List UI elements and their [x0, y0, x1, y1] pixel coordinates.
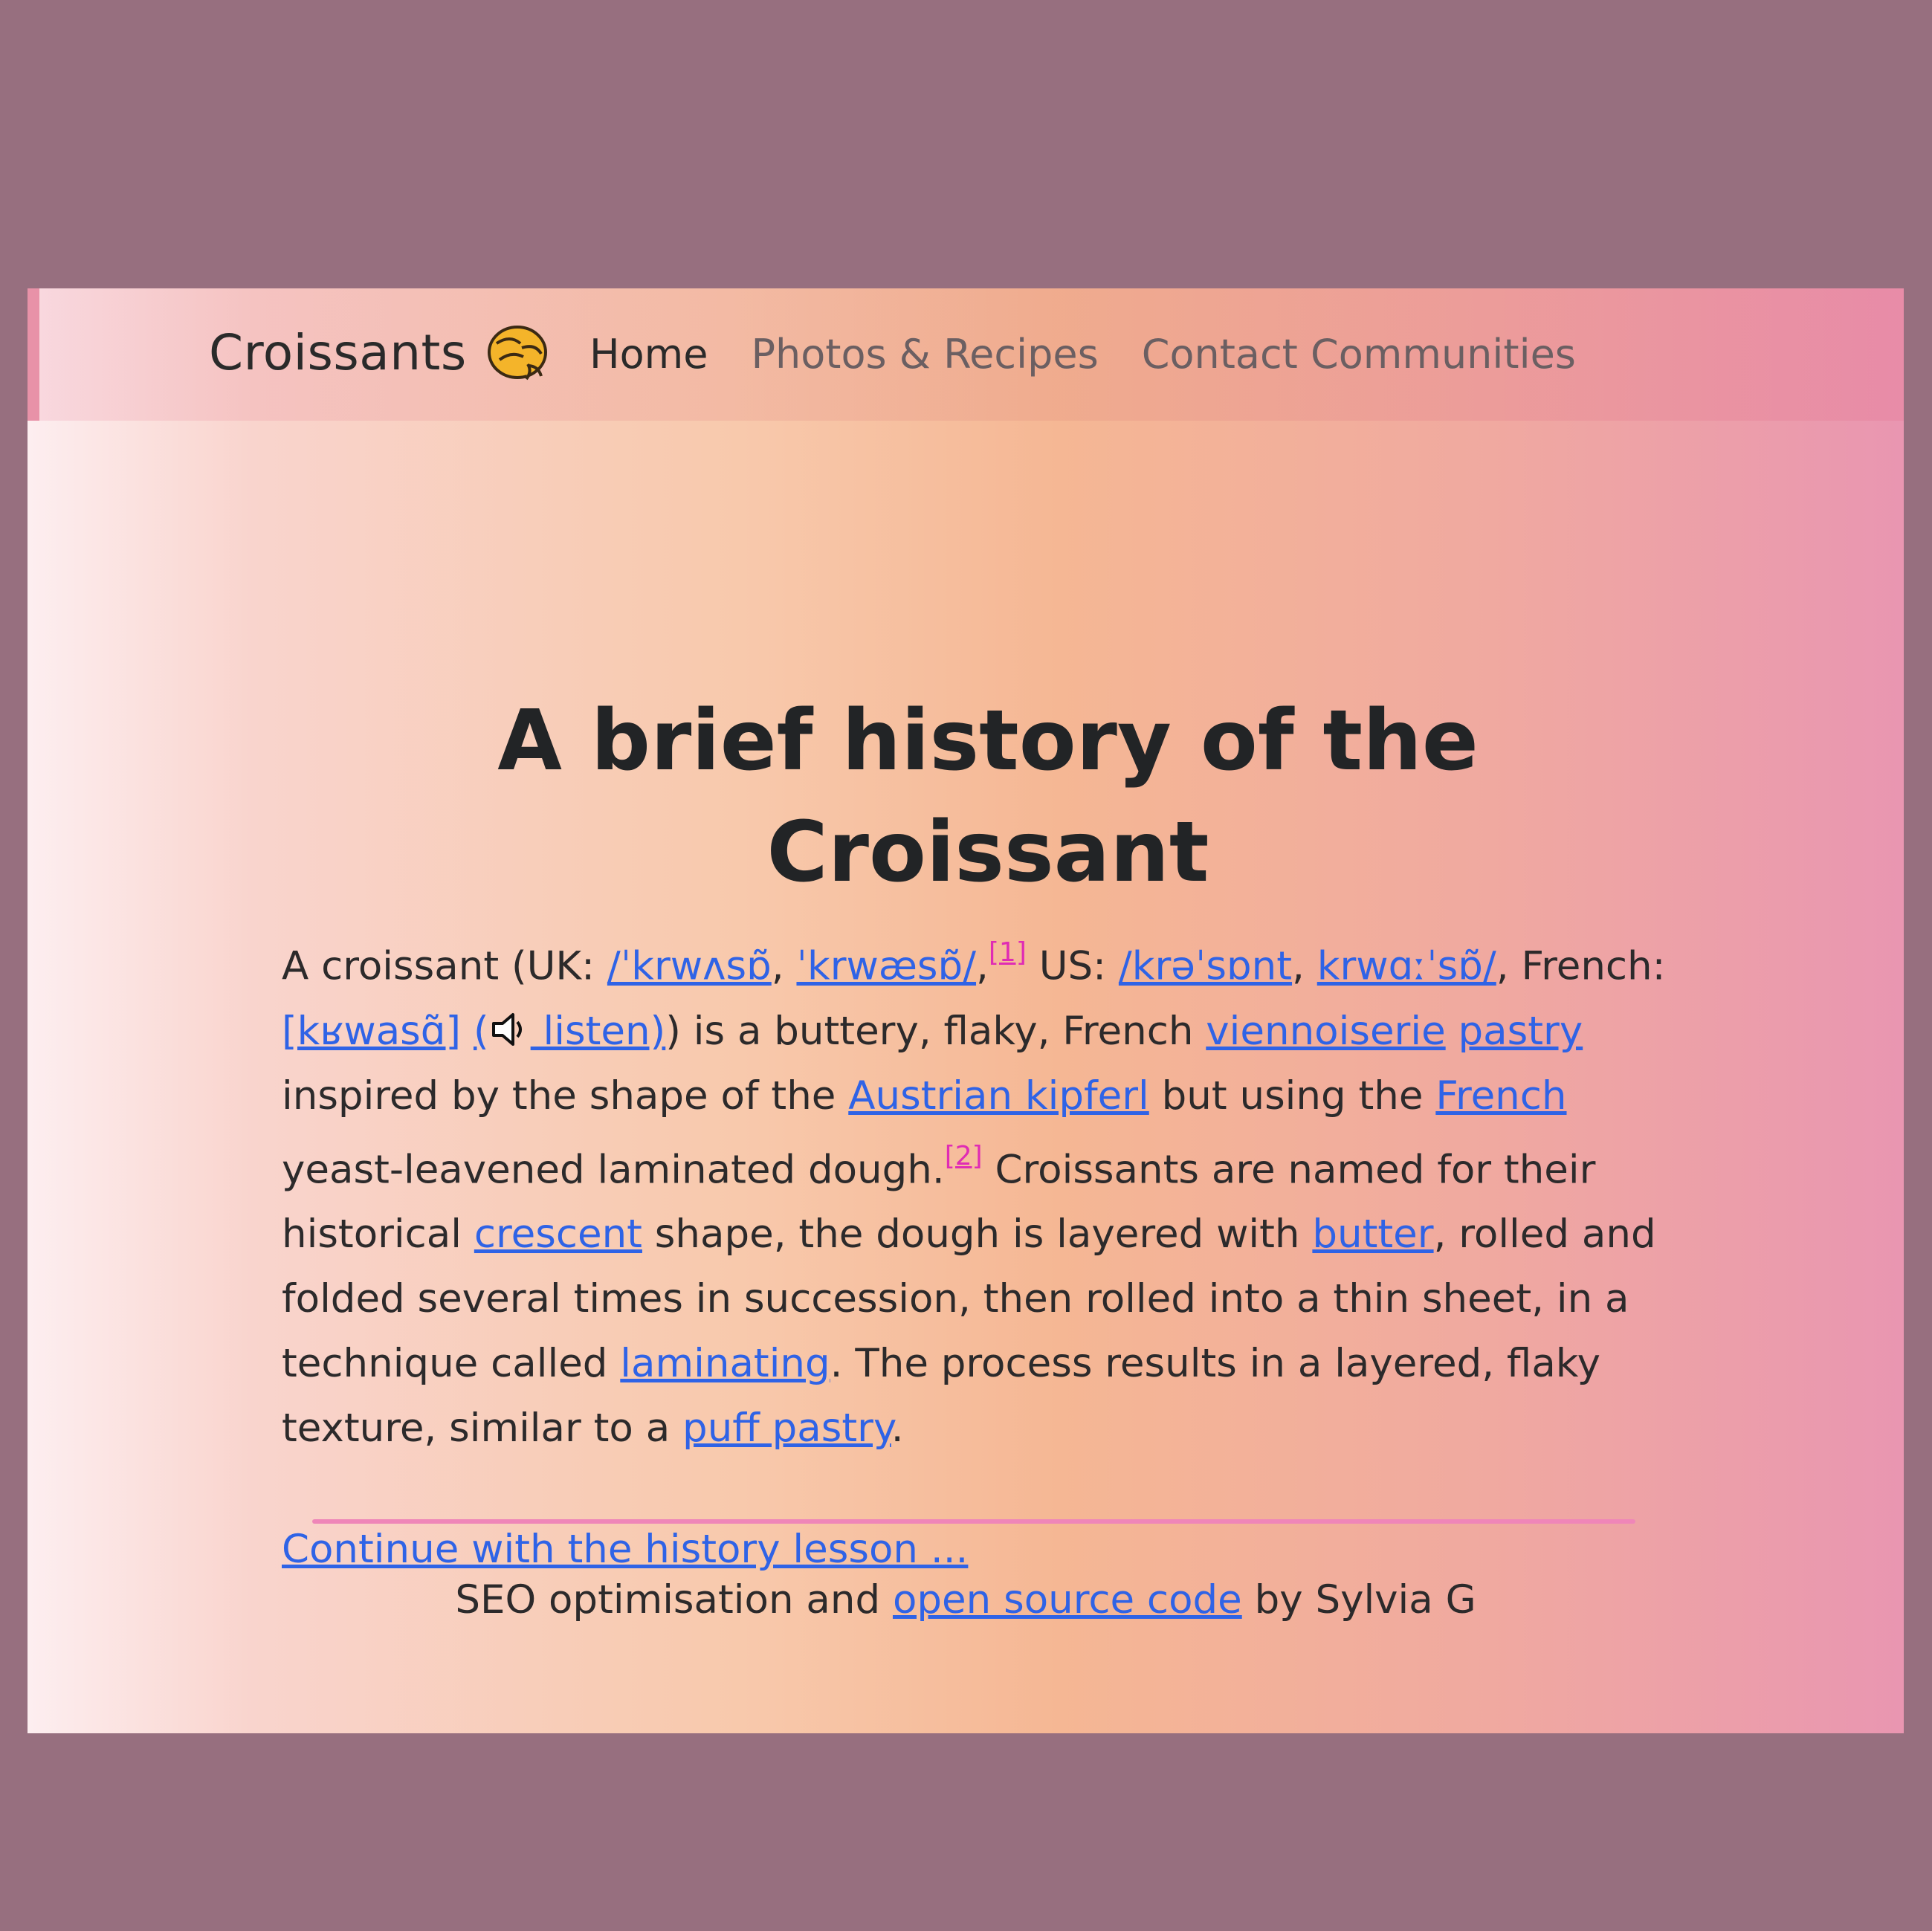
para-text: inspired by the shape of the — [282, 1073, 849, 1119]
para-text: , — [1292, 943, 1317, 989]
reference-1-link[interactable]: [1] — [989, 937, 1027, 968]
para-text — [1446, 1009, 1458, 1054]
article: A brief history of the Croissant A crois… — [282, 685, 1694, 1579]
para-text: , French: — [1496, 943, 1666, 989]
intro-paragraph: A croissant (UK: /ˈkrwʌsɒ̃, ˈkrwæsɒ̃/,[1… — [282, 925, 1698, 1461]
reference-2-link[interactable]: [2] — [945, 1141, 983, 1171]
page-title: A brief history of the Croissant — [497, 693, 1479, 901]
viennoiserie-link[interactable]: viennoiserie — [1206, 1009, 1445, 1054]
nav-link-home[interactable]: Home — [589, 331, 708, 378]
nav-link-contact-communities[interactable]: Contact Communities — [1142, 331, 1576, 378]
open-source-code-link[interactable]: open source code — [893, 1577, 1242, 1623]
browser-viewport: Croissants Home Photos & Recipes Contact… — [28, 288, 1904, 1733]
para-text: but using the — [1148, 1073, 1436, 1119]
para-text: , — [771, 943, 797, 989]
nav-link-photos-recipes[interactable]: Photos & Recipes — [751, 331, 1098, 378]
footer: SEO optimisation and open source code by… — [28, 1571, 1904, 1630]
laminating-link[interactable]: laminating — [620, 1341, 830, 1386]
pastry-link[interactable]: pastry — [1458, 1009, 1583, 1054]
austrian-kipferl-link[interactable]: Austrian kipferl — [848, 1073, 1149, 1119]
para-text: A croissant (UK: — [282, 943, 607, 989]
ipa-uk-link-2[interactable]: ˈkrwæsɒ̃/ — [796, 944, 976, 989]
brand[interactable]: Croissants — [209, 315, 549, 389]
ipa-us-link-2[interactable]: krwɑːˈsɒ̃/ — [1317, 944, 1496, 989]
french-link[interactable]: French — [1435, 1073, 1566, 1119]
footer-text: by Sylvia G — [1241, 1577, 1476, 1623]
navbar: Croissants Home Photos & Recipes Contact… — [28, 288, 1904, 421]
butter-link[interactable]: butter — [1312, 1212, 1433, 1257]
crescent-link[interactable]: crescent — [474, 1212, 642, 1257]
speaker-icon — [489, 1005, 531, 1047]
listen-label: listen) — [530, 1008, 666, 1054]
croissant-icon[interactable] — [486, 321, 549, 384]
footer-text: SEO optimisation and — [455, 1577, 893, 1623]
ipa-french-link[interactable]: [kʁwasɑ̃] — [282, 1009, 461, 1054]
nav-links: Home Photos & Recipes Contact Communitie… — [589, 318, 1576, 389]
para-text: shape, the dough is layered with — [642, 1212, 1313, 1258]
listen-paren: ( — [473, 1008, 489, 1054]
puff-pastry-link[interactable]: puff pastry — [682, 1406, 891, 1451]
ipa-us-link-1[interactable]: /krəˈsɒnt — [1119, 944, 1292, 989]
continue-history-link[interactable]: Continue with the history lesson ... — [282, 1527, 968, 1572]
footer-divider — [312, 1519, 1635, 1524]
para-text: , — [976, 943, 989, 989]
para-text — [461, 1009, 474, 1054]
ipa-uk-link-1[interactable]: /ˈkrwʌsɒ̃ — [607, 944, 772, 989]
para-text: yeast-leavened laminated dough. — [282, 1147, 945, 1193]
listen-link[interactable]: ( listen) — [474, 1009, 665, 1054]
para-text: . — [891, 1406, 904, 1452]
para-text: US: — [1026, 943, 1119, 989]
brand-name[interactable]: Croissants — [209, 324, 467, 381]
para-text: ) is a buttery, flaky, French — [665, 1008, 1206, 1054]
